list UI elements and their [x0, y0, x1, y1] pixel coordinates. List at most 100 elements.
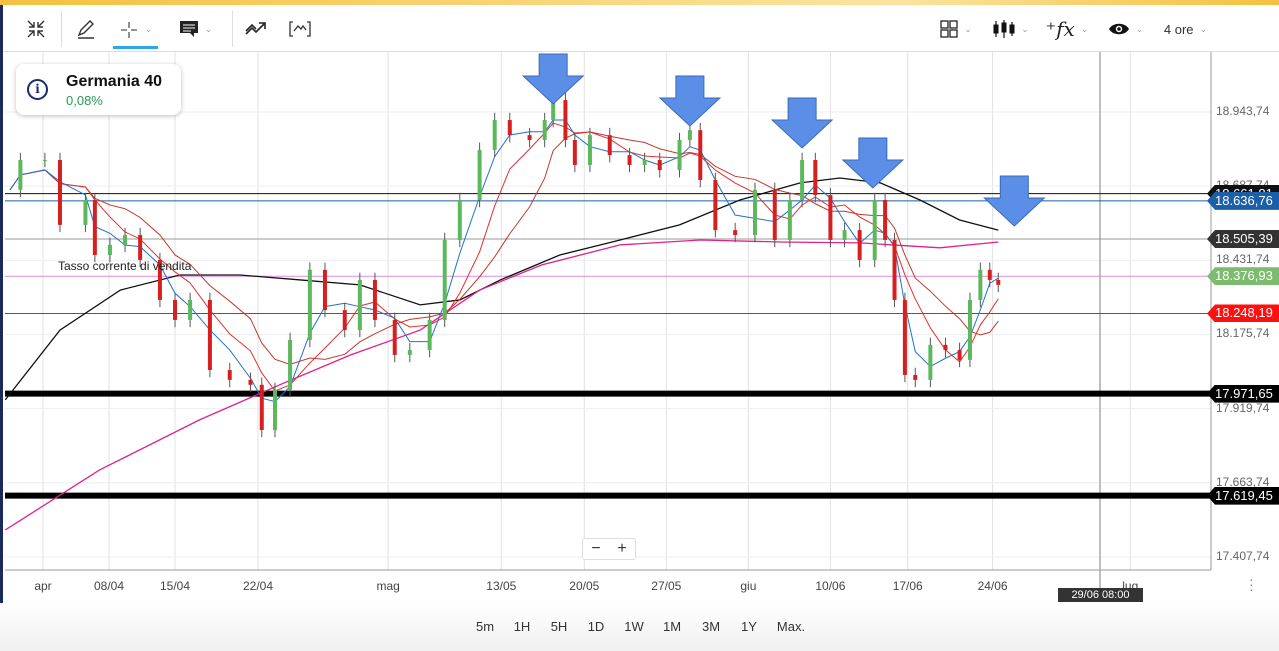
x-tick-label: 13/05 — [486, 579, 517, 593]
crosshair-time-label: 29/06 08:00 — [1058, 588, 1143, 602]
y-tick-label: 17.919,74 — [1216, 400, 1270, 415]
range-button-1w[interactable]: 1W — [624, 619, 644, 634]
candle-body — [83, 199, 88, 225]
x-tick-label: 10/06 — [815, 579, 846, 593]
candle-body — [892, 239, 897, 300]
range-button-1y[interactable]: 1Y — [741, 619, 757, 634]
indicators-tool[interactable]: ⁺𝑓x ⌄ — [1043, 13, 1091, 45]
candle-body — [57, 160, 62, 225]
candle-body — [457, 199, 462, 240]
visibility-tool[interactable]: ⌄ — [1103, 13, 1148, 45]
candle-body — [322, 269, 327, 311]
crosshair-icon — [120, 21, 137, 38]
x-tick-label: 24/06 — [977, 579, 1008, 593]
grid-layout-icon — [940, 20, 958, 38]
zoom-in-button[interactable]: + — [609, 539, 635, 559]
candle-body — [642, 160, 647, 165]
candle-body — [857, 230, 862, 260]
candle-body — [259, 384, 264, 431]
candle-body — [928, 344, 933, 380]
timeframe-value: 4 ore — [1163, 21, 1194, 37]
candle-body — [427, 319, 432, 351]
candle-body — [607, 135, 612, 156]
zoom-out-button[interactable]: − — [583, 539, 609, 559]
candle-body — [883, 199, 888, 240]
candle-body — [507, 120, 512, 136]
candle-body — [713, 180, 718, 231]
candle-body — [627, 155, 632, 165]
candle-body — [872, 199, 877, 260]
crosshair-tool[interactable]: ⌄ — [113, 13, 158, 49]
candle-body — [733, 230, 738, 236]
comment-tool[interactable]: ⌄ — [173, 13, 218, 45]
candle-body — [800, 160, 805, 200]
price-line-label: 17.619,45 — [1207, 486, 1279, 505]
pencil-icon[interactable] — [71, 13, 101, 45]
candle-body — [677, 140, 682, 171]
instrument-change: 0,08% — [66, 93, 103, 108]
candle-body — [698, 130, 703, 181]
chevron-down-icon: ⌄ — [1135, 23, 1144, 34]
range-button-max[interactable]: Max. — [777, 619, 805, 634]
candle-body — [687, 130, 692, 141]
price-line-label: 18.376,93 — [1207, 267, 1279, 286]
y-tick-label: 18.431,74 — [1216, 252, 1270, 267]
candle-body — [492, 120, 497, 150]
indicator-bracket-icon[interactable] — [285, 13, 315, 45]
collapse-icon[interactable] — [21, 13, 51, 45]
chevron-down-icon: ⌄ — [964, 23, 972, 34]
y-tick-label: 17.407,74 — [1216, 548, 1270, 563]
candle-body — [828, 195, 833, 240]
candle-body — [527, 135, 532, 141]
candle-body — [957, 350, 962, 360]
layout-tool[interactable]: ⌄ — [936, 13, 976, 45]
range-button-1d[interactable]: 1D — [588, 619, 605, 634]
candle-body — [188, 299, 193, 320]
range-button-3m[interactable]: 3M — [702, 619, 720, 634]
x-tick-label: 08/04 — [93, 579, 125, 593]
info-icon[interactable]: i — [27, 79, 48, 100]
candle-body — [442, 239, 447, 320]
x-tick-label: 20/05 — [569, 579, 600, 593]
y-tick-label: 18.943,74 — [1216, 104, 1270, 118]
x-tick-label: giu — [740, 579, 757, 593]
candle-body — [772, 189, 777, 240]
candle-body — [477, 149, 482, 200]
price-line-label: 18.505,39 — [1207, 229, 1279, 248]
trend-icon[interactable] — [241, 13, 271, 45]
range-button-5m[interactable]: 5m — [476, 619, 494, 634]
candle-body — [813, 160, 818, 196]
candle-body — [842, 230, 847, 240]
x-tick-label: 15/04 — [160, 579, 191, 593]
y-tick-label: 18.175,74 — [1216, 326, 1270, 341]
candle-body — [248, 379, 253, 385]
range-button-5h[interactable]: 5H — [551, 619, 568, 634]
chevron-down-icon: ⌄ — [204, 23, 213, 34]
range-bar: 5m 1H 5H 1D 1W 1M 3M 1Y Max. — [0, 603, 1279, 651]
candle-body — [227, 370, 232, 380]
candle-body — [392, 319, 397, 355]
candle-body — [372, 279, 377, 320]
x-tick-label: mag — [376, 579, 400, 593]
range-button-1h[interactable]: 1H — [514, 619, 531, 634]
chart-toolbar: ⌄ ⌄ ⌄ ⌄ ⁺𝑓x ⌄ ⌄ 4 ore ⌄ — [3, 5, 1279, 52]
chart-type-tool[interactable]: ⌄ — [990, 13, 1032, 45]
candle-body — [943, 344, 948, 351]
eye-icon — [1108, 23, 1129, 35]
chevron-down-icon: ⌄ — [144, 24, 153, 34]
candle-body — [913, 374, 918, 380]
candle-body — [542, 120, 547, 141]
candle-body — [173, 299, 178, 320]
candle-body — [752, 189, 757, 236]
chevron-down-icon: ⌄ — [1199, 23, 1208, 34]
range-button-1m[interactable]: 1M — [663, 619, 681, 634]
candle-body — [272, 390, 277, 431]
price-chart[interactable] — [0, 52, 1279, 603]
timeframe-select[interactable]: 4 ore ⌄ — [1158, 13, 1213, 45]
candle-body — [902, 299, 907, 375]
candle-body — [572, 140, 577, 165]
x-tick-label: 22/04 — [242, 579, 274, 593]
x-tick-label: 27/05 — [651, 579, 682, 593]
more-options-icon[interactable]: · · · — [1249, 572, 1255, 596]
candle-body — [967, 299, 972, 360]
